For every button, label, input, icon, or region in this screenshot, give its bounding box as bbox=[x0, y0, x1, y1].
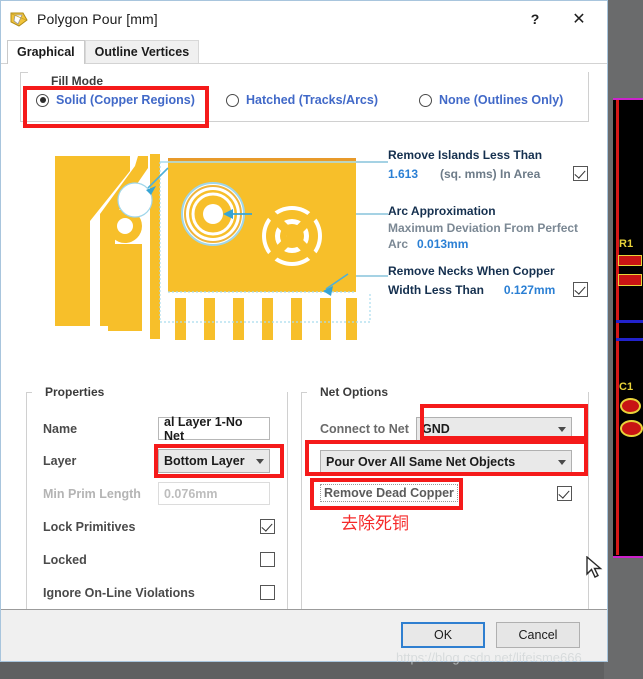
help-button[interactable]: ? bbox=[513, 4, 557, 34]
polygon-pour-dialog: Polygon Pour [mm] ? ✕ Graphical Outline … bbox=[0, 0, 608, 662]
pcb-editor-background: R1 C1 bbox=[604, 0, 643, 679]
watermark-text: https://blog.csdn.net/lifeisme666 bbox=[396, 650, 582, 665]
remove-islands-units: (sq. mms) In Area bbox=[440, 166, 541, 181]
remove-necks-value[interactable]: 0.127mm bbox=[504, 283, 573, 297]
row-lock-primitives: Lock Primitives bbox=[43, 519, 275, 534]
min-prim-length-input: 0.076mm bbox=[158, 482, 270, 505]
pcb-trace-blue-2 bbox=[616, 338, 643, 341]
radio-icon-none bbox=[419, 93, 432, 107]
remove-necks-subtitle: Width Less Than bbox=[388, 282, 484, 297]
locked-checkbox[interactable] bbox=[260, 552, 275, 567]
arc-approximation-title: Arc Approximation bbox=[388, 204, 496, 218]
tab-outline-vertices[interactable]: Outline Vertices bbox=[84, 40, 200, 64]
radio-icon-hatched bbox=[226, 93, 239, 107]
fill-mode-legend: Fill Mode bbox=[47, 74, 107, 88]
row-min-prim-length: Min Prim Length 0.076mm bbox=[43, 482, 275, 505]
row-name: Name al Layer 1-No Net bbox=[43, 415, 275, 443]
remove-islands-checkbox[interactable] bbox=[573, 166, 588, 181]
arc-approximation-value[interactable]: 0.013mm bbox=[417, 237, 468, 251]
mouse-cursor bbox=[586, 556, 603, 578]
tab-bar: Graphical Outline Vertices bbox=[1, 37, 607, 64]
lock-primitives-checkbox[interactable] bbox=[260, 519, 275, 534]
radio-solid-copper-regions[interactable]: Solid (Copper Regions) bbox=[36, 93, 195, 107]
pcb-preview-illustration bbox=[55, 154, 388, 340]
cancel-button[interactable]: Cancel bbox=[496, 622, 580, 648]
arc-approximation-desc-line1: Maximum Deviation From Perfect bbox=[388, 221, 579, 235]
callout-arc-approximation: Arc Approximation Maximum Deviation From… bbox=[388, 204, 588, 251]
pcb-designator-r1: R1 bbox=[619, 238, 634, 250]
pcb-editor-canvas: R1 C1 bbox=[613, 98, 643, 558]
row-remove-dead-copper: Remove Dead Copper bbox=[320, 484, 572, 502]
lock-primitives-label: Lock Primitives bbox=[43, 519, 136, 534]
ignore-online-violations-label: Ignore On-Line Violations bbox=[43, 585, 195, 600]
connect-to-net-select[interactable]: GND bbox=[416, 417, 572, 441]
pour-over-select[interactable]: Pour Over All Same Net Objects bbox=[320, 450, 572, 474]
arc-approximation-desc-line2: Arc bbox=[388, 237, 409, 251]
remove-islands-value[interactable]: 1.613 bbox=[388, 167, 440, 181]
chevron-down-icon bbox=[558, 459, 566, 465]
name-input[interactable]: al Layer 1-No Net bbox=[158, 415, 270, 443]
preview-area: Remove Islands Less Than 1.613 (sq. mms)… bbox=[20, 126, 589, 381]
layer-select-value: Bottom Layer bbox=[164, 454, 245, 468]
dialog-body: Fill Mode Solid (Copper Regions) Hatched… bbox=[1, 63, 607, 661]
chevron-down-icon bbox=[256, 458, 264, 464]
tab-graphical[interactable]: Graphical bbox=[7, 40, 85, 64]
radio-label-solid: Solid (Copper Regions) bbox=[56, 93, 195, 107]
row-ignore-online-violations: Ignore On-Line Violations bbox=[43, 585, 275, 600]
annotation-chinese-note: 去除死铜 bbox=[341, 514, 409, 534]
remove-dead-copper-checkbox[interactable] bbox=[557, 485, 572, 501]
radio-label-none: None (Outlines Only) bbox=[439, 93, 564, 107]
pcb-pad-r1b bbox=[618, 274, 642, 286]
fill-mode-group: Fill Mode Solid (Copper Regions) Hatched… bbox=[20, 72, 589, 122]
pcb-trace-vertical bbox=[616, 100, 619, 555]
locked-label: Locked bbox=[43, 552, 87, 567]
connect-to-net-label: Connect to Net bbox=[320, 422, 409, 436]
row-layer: Layer Bottom Layer bbox=[43, 449, 275, 473]
title-bar: Polygon Pour [mm] ? ✕ bbox=[1, 1, 607, 37]
remove-necks-checkbox[interactable] bbox=[573, 282, 588, 297]
pcb-trace-blue-1 bbox=[616, 320, 643, 323]
callout-remove-necks: Remove Necks When Copper Width Less Than… bbox=[388, 264, 588, 297]
remove-islands-title: Remove Islands Less Than bbox=[388, 148, 543, 162]
row-pour-over: Pour Over All Same Net Objects bbox=[320, 450, 572, 474]
row-locked: Locked bbox=[43, 552, 275, 567]
remove-necks-title: Remove Necks When Copper bbox=[388, 264, 555, 278]
connect-to-net-value: GND bbox=[422, 422, 450, 436]
polygon-pour-icon bbox=[10, 11, 29, 28]
radio-none-outlines-only[interactable]: None (Outlines Only) bbox=[419, 93, 563, 107]
pcb-board-outline-bottom bbox=[613, 556, 643, 558]
remove-dead-copper-label: Remove Dead Copper bbox=[320, 484, 458, 502]
pcb-pad-c1b bbox=[620, 420, 643, 437]
callout-remove-islands: Remove Islands Less Than 1.613 (sq. mms)… bbox=[388, 148, 588, 181]
name-label: Name bbox=[43, 421, 78, 436]
chevron-down-icon bbox=[558, 426, 566, 432]
min-prim-length-label: Min Prim Length bbox=[43, 486, 141, 501]
radio-label-hatched: Hatched (Tracks/Arcs) bbox=[246, 93, 379, 107]
ignore-online-violations-checkbox[interactable] bbox=[260, 585, 275, 600]
pcb-pad-r1a bbox=[618, 255, 642, 266]
row-connect-to-net: Connect to Net GND bbox=[320, 417, 572, 441]
close-button[interactable]: ✕ bbox=[557, 4, 601, 34]
radio-hatched-tracks-arcs[interactable]: Hatched (Tracks/Arcs) bbox=[226, 93, 378, 107]
pour-over-value: Pour Over All Same Net Objects bbox=[326, 455, 516, 469]
layer-select[interactable]: Bottom Layer bbox=[158, 449, 270, 473]
ok-button[interactable]: OK bbox=[401, 622, 485, 648]
pcb-designator-c1: C1 bbox=[619, 381, 634, 393]
layer-label: Layer bbox=[43, 454, 77, 468]
net-options-legend: Net Options bbox=[316, 385, 392, 399]
pcb-pad-c1a bbox=[620, 398, 641, 414]
properties-legend: Properties bbox=[41, 385, 109, 399]
radio-icon-solid bbox=[36, 93, 49, 107]
window-title: Polygon Pour [mm] bbox=[37, 11, 158, 27]
